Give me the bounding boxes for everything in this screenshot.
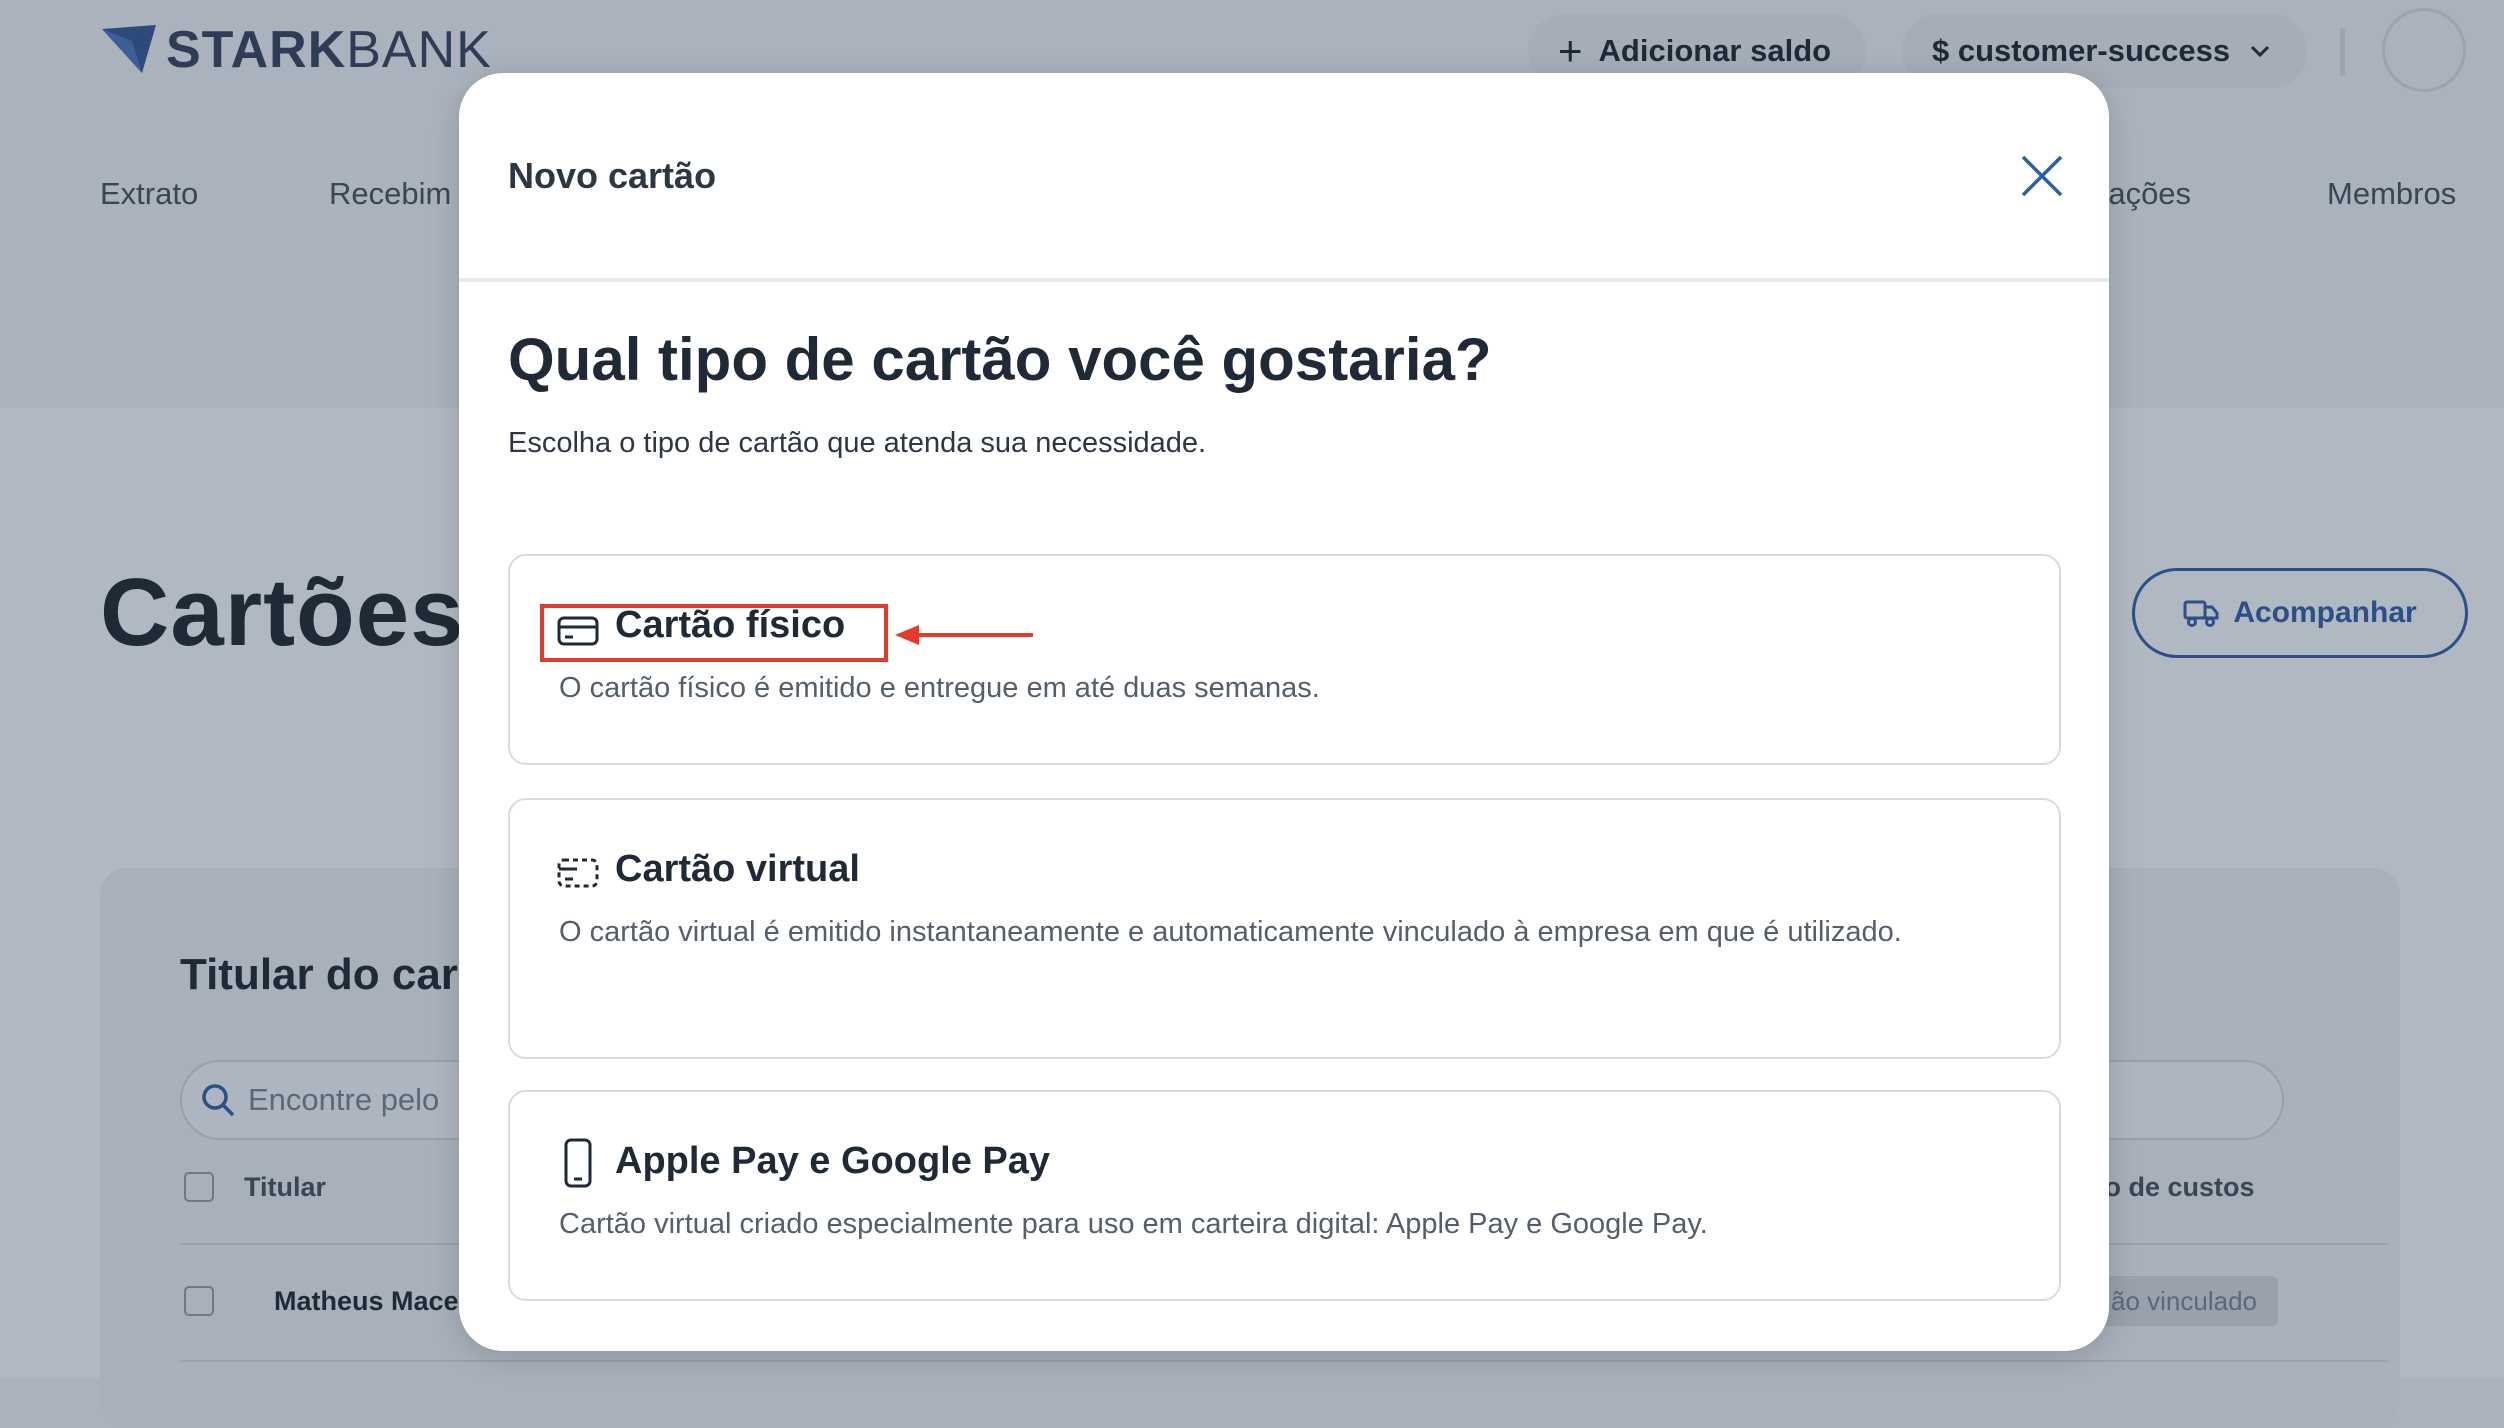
track-button[interactable]: Acompanhar: [2132, 568, 2468, 658]
modal-subtitle: Escolha o tipo de cartão que atenda sua …: [508, 427, 1207, 459]
credit-card-icon: [557, 614, 599, 653]
new-card-modal: Novo cartão Qual tipo de cartão você gos…: [459, 73, 2109, 1351]
annotation-arrow: [895, 625, 1033, 645]
track-button-label: Acompanhar: [2233, 596, 2417, 629]
nav-integracoes[interactable]: rações: [2098, 176, 2191, 212]
add-balance-label: Adicionar saldo: [1598, 33, 1832, 68]
truck-icon: [2183, 600, 2219, 627]
column-header-cost-center[interactable]: ro de custos: [2094, 1172, 2255, 1203]
starkbank-logo[interactable]: STARKBANK: [102, 22, 492, 78]
option-description: O cartão virtual é emitido instantaneame…: [559, 916, 1902, 948]
option-title: Cartão virtual: [615, 848, 860, 890]
logo-wordmark: STARKBANK: [166, 21, 492, 79]
table-row-name[interactable]: Matheus Mace: [274, 1286, 459, 1317]
smartphone-icon: [557, 1138, 599, 1193]
nav-recebimentos[interactable]: Recebim: [329, 176, 451, 212]
table-divider: [180, 1360, 2388, 1362]
nav-extrato[interactable]: Extrato: [100, 176, 198, 212]
account-label: $ customer-success: [1932, 33, 2231, 68]
starkbank-logo-icon: [102, 25, 156, 73]
status-badge: ão vinculado: [2090, 1276, 2278, 1326]
close-button[interactable]: [2011, 147, 2071, 207]
option-description: Cartão virtual criado especialmente para…: [559, 1208, 1708, 1240]
option-wallet-card[interactable]: Apple Pay e Google Pay Cartão virtual cr…: [508, 1090, 2061, 1301]
option-description: O cartão físico é emitido e entregue em …: [559, 672, 1320, 704]
page-title: Cartões: [100, 559, 465, 666]
column-header-titular[interactable]: Titular: [244, 1172, 326, 1203]
section-title: Titular do car: [180, 950, 458, 999]
search-placeholder: Encontre pelo: [248, 1082, 440, 1117]
option-virtual-card[interactable]: Cartão virtual O cartão virtual é emitid…: [508, 798, 2061, 1059]
nav-membros[interactable]: Membros: [2327, 176, 2456, 212]
chevron-down-icon: [2250, 38, 2270, 64]
virtual-card-icon: [557, 856, 599, 895]
option-title: Apple Pay e Google Pay: [615, 1140, 1051, 1182]
select-all-checkbox[interactable]: [184, 1172, 214, 1202]
header-divider: [2340, 28, 2345, 76]
avatar[interactable]: [2382, 8, 2466, 92]
modal-header-divider: [459, 278, 2109, 282]
close-icon: [2021, 155, 2063, 197]
row-checkbox[interactable]: [184, 1286, 214, 1316]
option-physical-card[interactable]: Cartão físico O cartão físico é emitido …: [508, 554, 2061, 765]
plus-icon: +: [1558, 27, 1583, 74]
search-icon: [198, 1080, 238, 1125]
option-title: Cartão físico: [615, 604, 846, 646]
modal-heading: Qual tipo de cartão você gostaria?: [508, 326, 1492, 393]
modal-title: Novo cartão: [508, 155, 717, 196]
